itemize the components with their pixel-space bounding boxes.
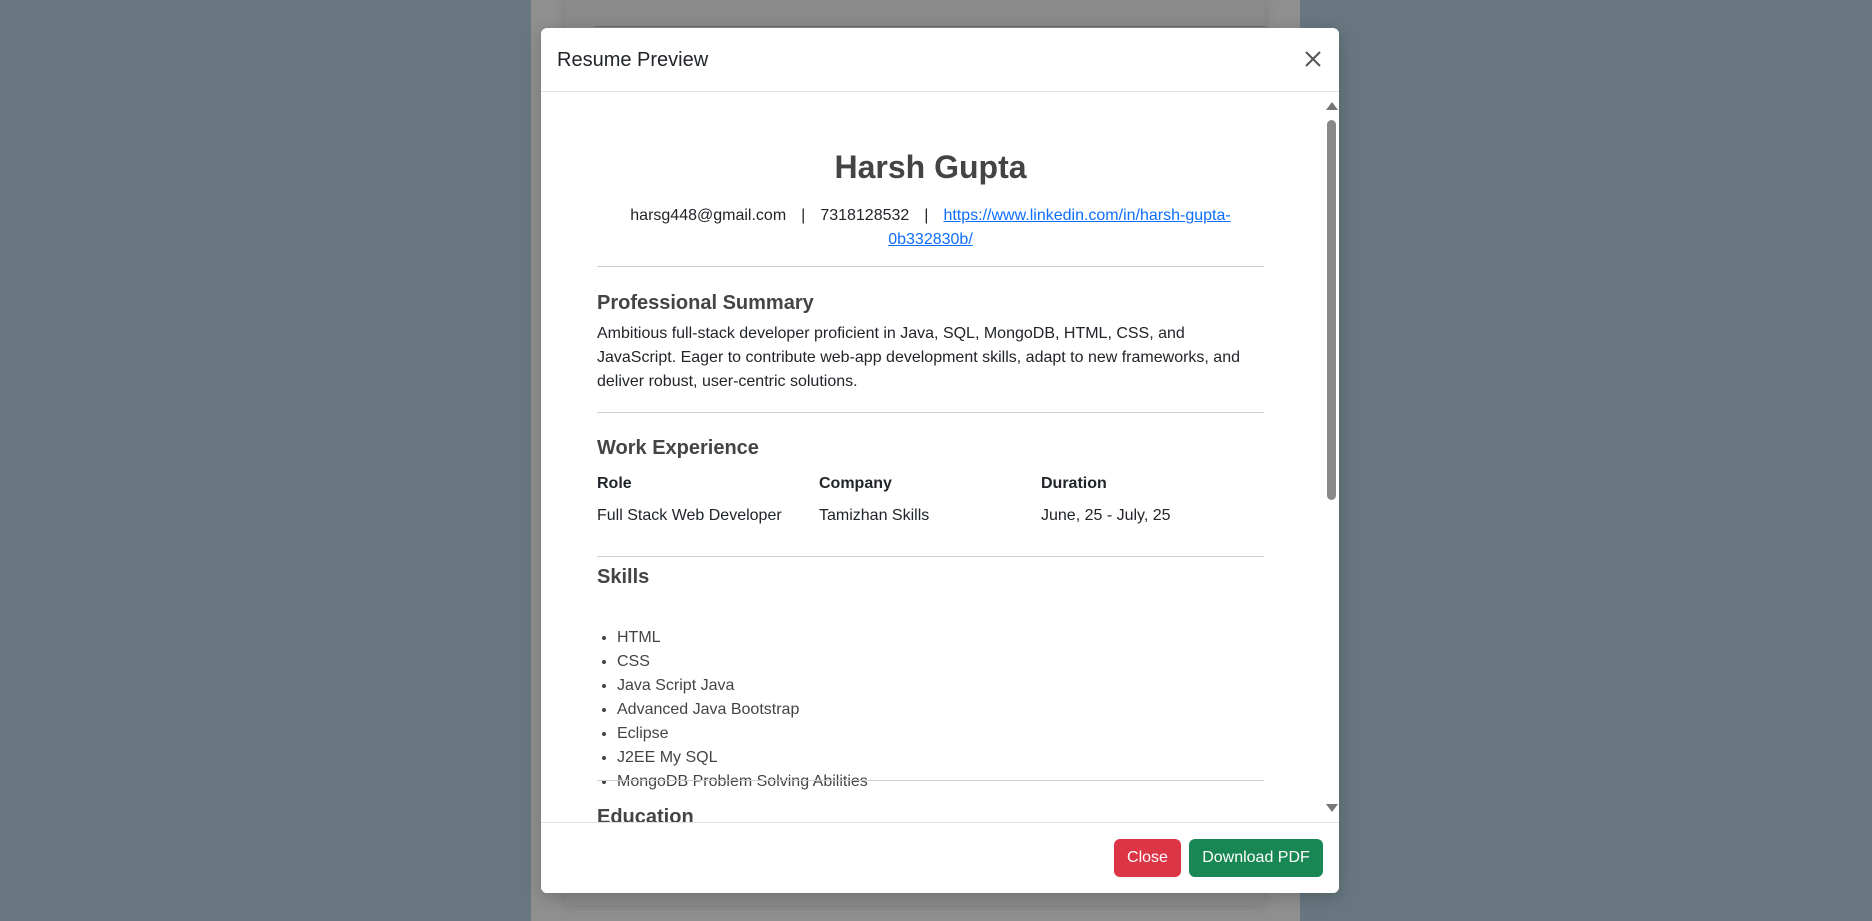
- divider: [597, 266, 1264, 267]
- list-item: HTML: [617, 626, 868, 650]
- modal-header: Resume Preview: [541, 28, 1339, 92]
- table-row: Full Stack Web Developer Tamizhan Skills…: [597, 500, 1264, 532]
- background-divider: [594, 26, 1266, 27]
- divider: [597, 780, 1264, 781]
- email: harsg448@gmail.com: [630, 207, 787, 224]
- download-pdf-button[interactable]: Download PDF: [1189, 839, 1323, 877]
- divider: [597, 412, 1264, 413]
- phone: 7318128532: [820, 207, 910, 224]
- work-heading: Work Experience: [597, 437, 759, 459]
- work-table-header: Role Company Duration: [597, 468, 1264, 500]
- modal-body[interactable]: Harsh Gupta harsg448@gmail.com | 731812853…: [541, 92, 1339, 822]
- summary-text: Ambitious full-stack developer proficien…: [597, 325, 1240, 390]
- header-role: Role: [597, 475, 632, 492]
- header-duration: Duration: [1041, 475, 1107, 492]
- role-cell: Full Stack Web Developer: [597, 507, 782, 524]
- skills-list: HTML CSS Java Script Java Advanced Java …: [597, 626, 868, 794]
- summary-heading: Professional Summary: [597, 292, 814, 314]
- list-item: MongoDB Problem Solving Abilities: [617, 770, 868, 794]
- separator: |: [801, 207, 806, 224]
- education-heading: Education: [597, 806, 694, 822]
- list-item: Java Script Java: [617, 674, 868, 698]
- resume-name: Harsh Gupta: [834, 149, 1027, 185]
- divider: [597, 556, 1264, 557]
- close-icon[interactable]: [1301, 47, 1325, 71]
- duration-cell: June, 25 - July, 25: [1041, 507, 1171, 524]
- resume-preview-modal: Resume Preview Harsh Gupta harsg448@gmai…: [541, 28, 1339, 893]
- modal-footer: Close Download PDF: [541, 822, 1339, 893]
- list-item: CSS: [617, 650, 868, 674]
- list-item: Eclipse: [617, 722, 868, 746]
- company-cell: Tamizhan Skills: [819, 507, 930, 524]
- list-item: J2EE My SQL: [617, 746, 868, 770]
- separator: |: [924, 207, 929, 224]
- work-table: Role Company Duration Full Stack Web Dev…: [597, 468, 1264, 532]
- close-button[interactable]: Close: [1114, 839, 1181, 877]
- scroll-down-arrow-icon[interactable]: [1326, 804, 1338, 812]
- scroll-thumb[interactable]: [1327, 120, 1336, 500]
- modal-title: Resume Preview: [557, 49, 709, 71]
- skills-heading: Skills: [597, 566, 650, 588]
- scroll-up-arrow-icon[interactable]: [1326, 102, 1338, 110]
- header-company: Company: [819, 475, 892, 492]
- contact-info: harsg448@gmail.com | 7318128532 | https://ww…: [597, 204, 1264, 252]
- scrollbar[interactable]: [1324, 92, 1339, 822]
- list-item: Advanced Java Bootstrap: [617, 698, 868, 722]
